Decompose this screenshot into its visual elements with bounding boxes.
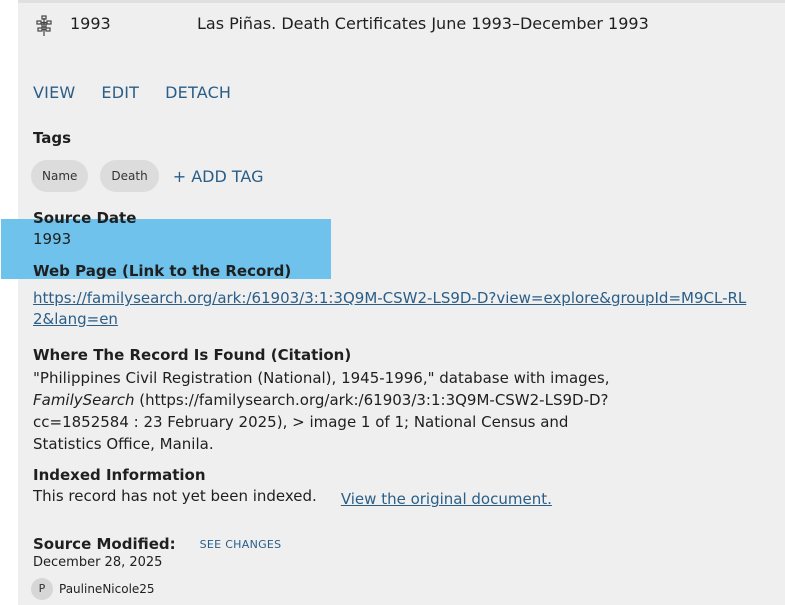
view-button[interactable]: VIEW xyxy=(33,83,75,103)
see-changes-button[interactable]: SEE CHANGES xyxy=(200,538,282,551)
modified-date: December 28, 2025 xyxy=(33,555,163,570)
source-title: Las Piñas. Death Certificates June 1993–… xyxy=(197,14,649,33)
tags-heading: Tags xyxy=(33,129,72,147)
citation-text: "Philippines Civil Registration (Nationa… xyxy=(33,367,633,455)
modified-user[interactable]: P PaulineNicole25 xyxy=(31,578,155,600)
add-tag-button[interactable]: + ADD TAG xyxy=(173,167,264,186)
tag-chip-death[interactable]: Death xyxy=(100,160,159,192)
tag-chip-name[interactable]: Name xyxy=(31,160,89,192)
indexed-row: This record has not yet been indexed. Vi… xyxy=(33,487,552,508)
indexed-label: Indexed Information xyxy=(33,466,206,484)
citation-part-1: "Philippines Civil Registration (Nationa… xyxy=(33,369,610,387)
indexed-text: This record has not yet been indexed. xyxy=(33,487,317,505)
tags-row: Name Death + ADD TAG xyxy=(31,160,263,192)
source-date-label: Source Date xyxy=(33,209,137,227)
username[interactable]: PaulineNicole25 xyxy=(59,582,155,596)
web-page-link[interactable]: https://familysearch.org/ark:/61903/3:1:… xyxy=(33,288,753,330)
source-year: 1993 xyxy=(70,14,111,33)
source-panel: 1993 Las Piñas. Death Certificates June … xyxy=(1,0,785,605)
view-original-link[interactable]: View the original document. xyxy=(341,490,552,508)
citation-label: Where The Record Is Found (Citation) xyxy=(33,346,352,364)
source-date-value: 1993 xyxy=(33,230,72,248)
source-header-row[interactable]: 1993 Las Piñas. Death Certificates June … xyxy=(36,11,776,41)
source-actions: VIEW EDIT DETACH xyxy=(33,83,257,103)
avatar: P xyxy=(31,578,53,600)
modified-row: Source Modified: SEE CHANGES xyxy=(33,535,281,553)
citation-italic: FamilySearch xyxy=(33,391,135,409)
modified-label: Source Modified: xyxy=(33,535,176,553)
tree-icon xyxy=(36,15,52,36)
detach-button[interactable]: DETACH xyxy=(165,83,231,103)
edit-button[interactable]: EDIT xyxy=(101,83,139,103)
web-page-label: Web Page (Link to the Record) xyxy=(33,262,292,280)
